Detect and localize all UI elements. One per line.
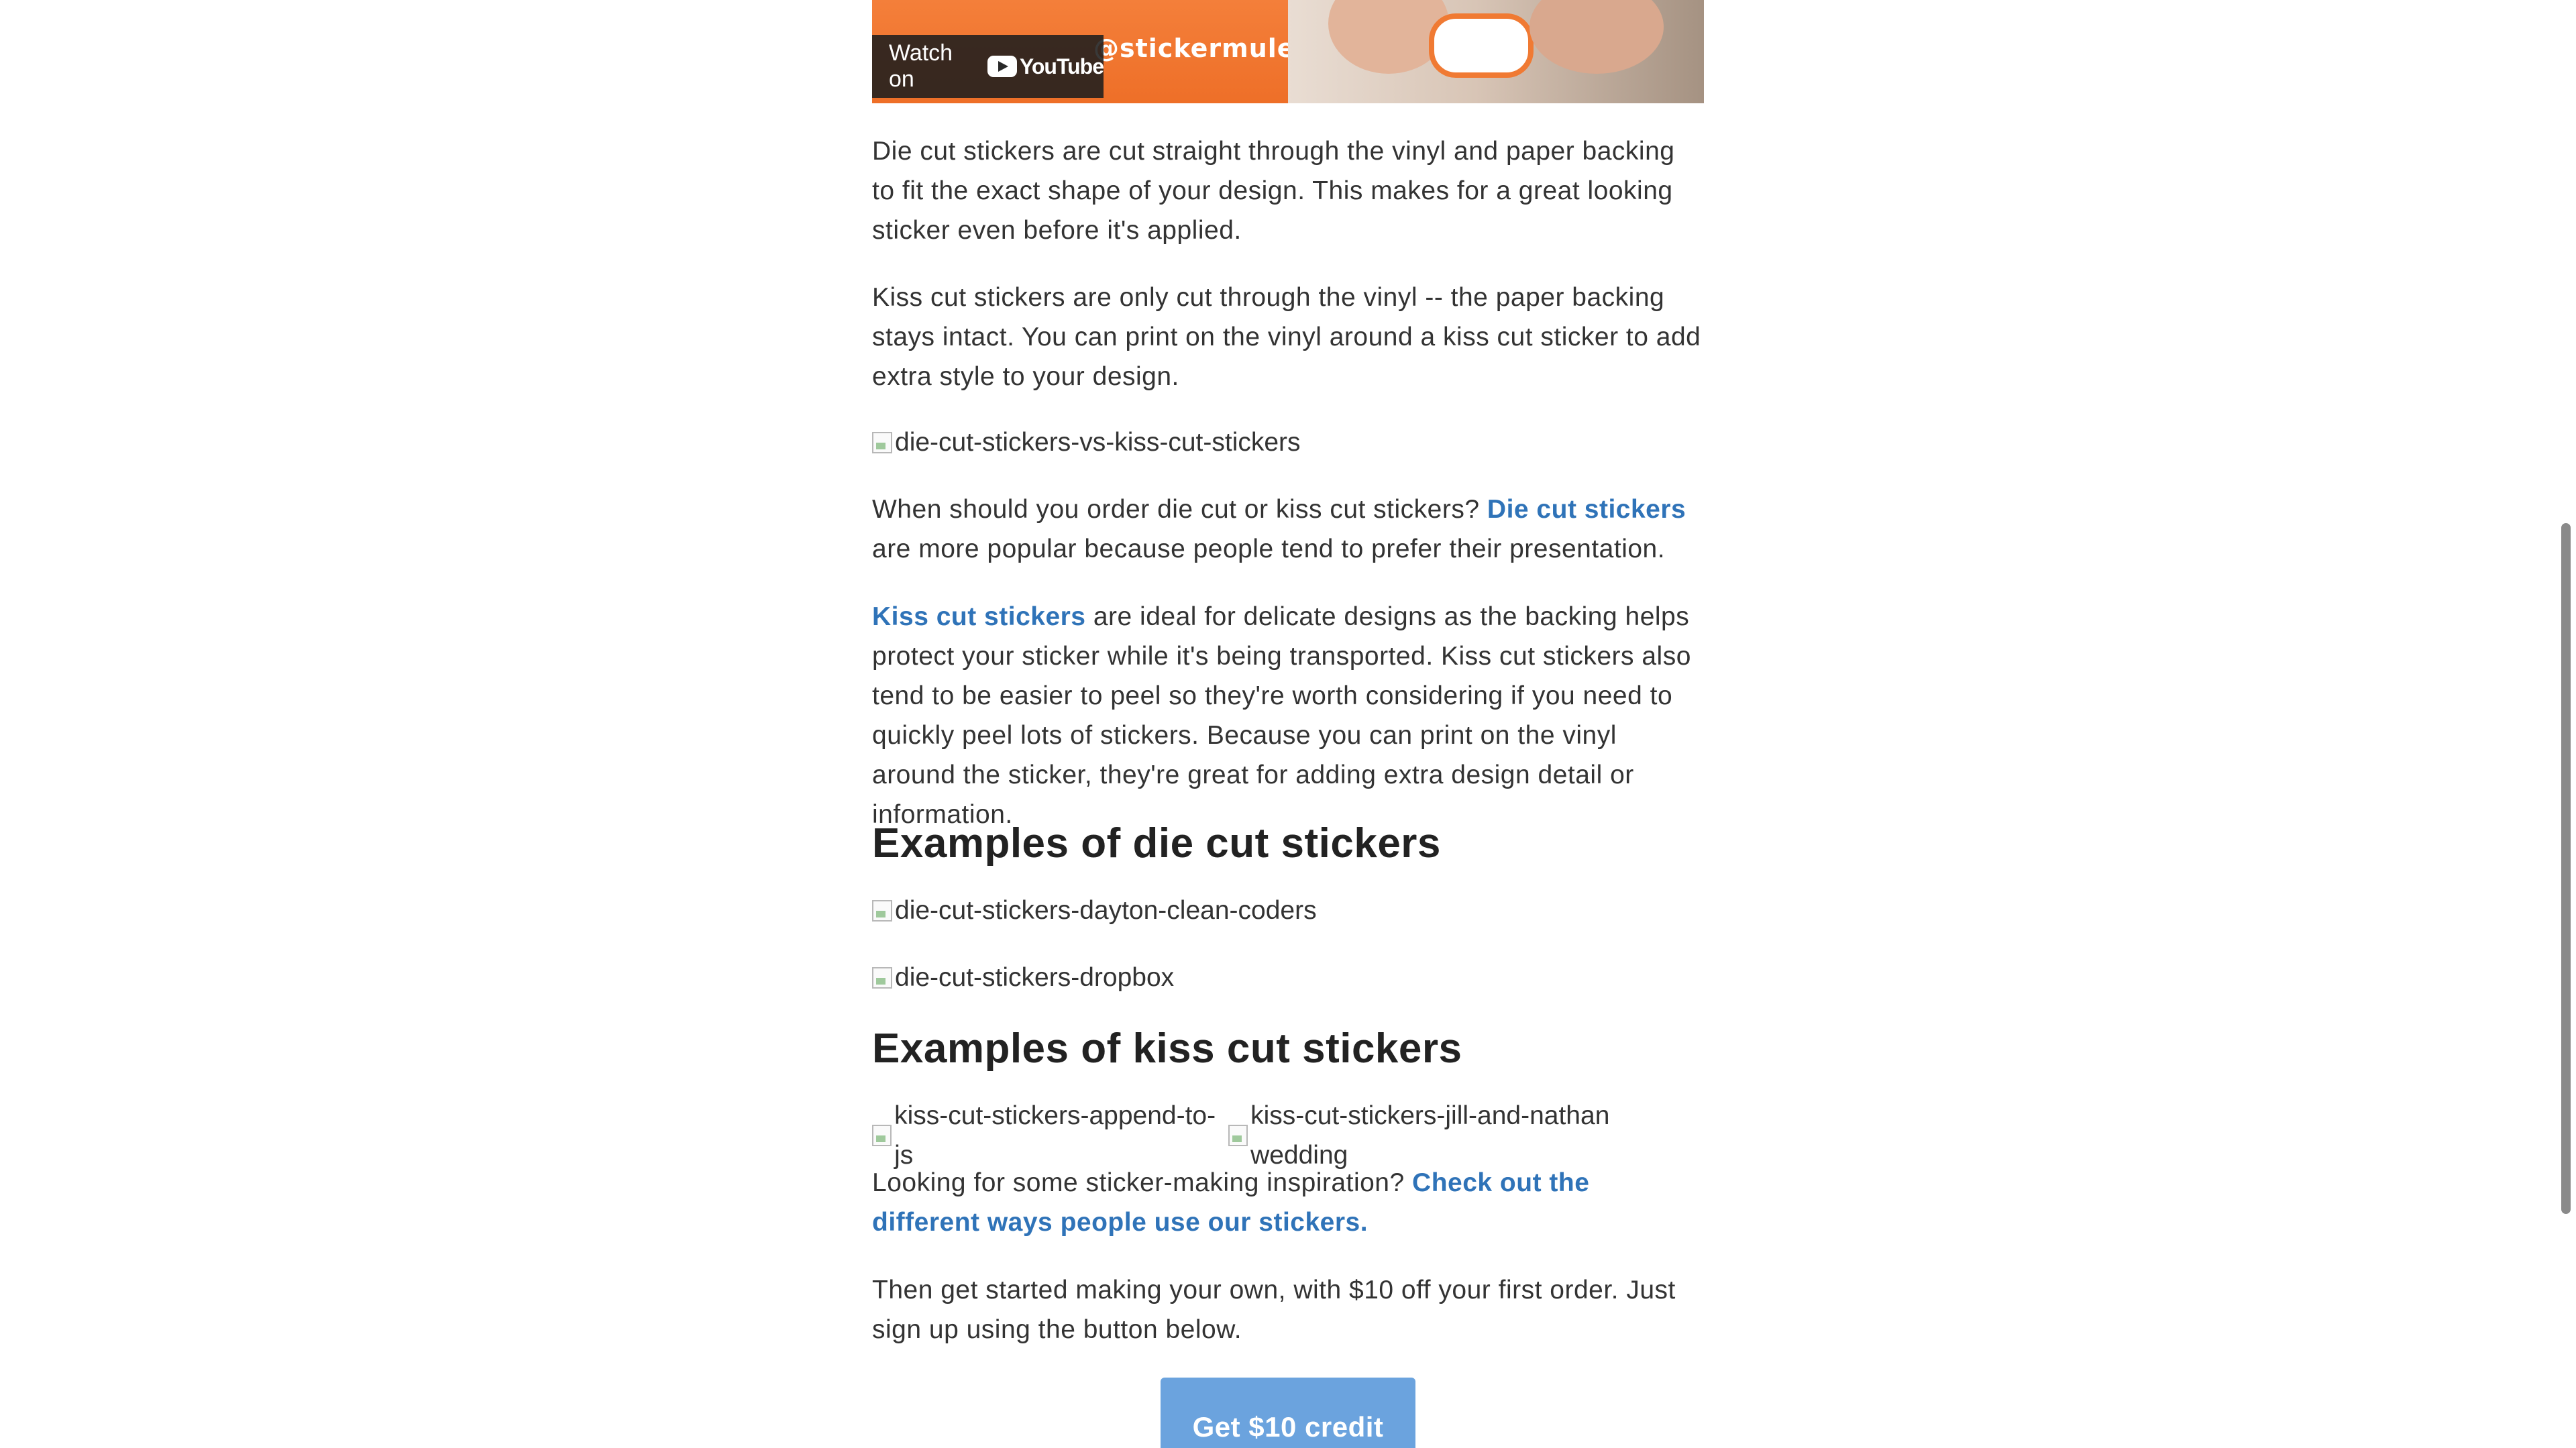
when-order-after-text: are more popular because people tend to … xyxy=(872,535,1666,563)
broken-image-icon xyxy=(872,966,892,989)
kiss-cut-ideal-paragraph: Kiss cut stickers are ideal for delicate… xyxy=(872,597,1704,834)
youtube-video-embed[interactable]: @stickermule Watch on YouTube xyxy=(872,0,1704,103)
kiss-cut-examples-heading: Examples of kiss cut stickers xyxy=(872,1025,1462,1072)
image-die-vs-kiss: die-cut-stickers-vs-kiss-cut-stickers xyxy=(872,423,1301,462)
die-cut-stickers-link[interactable]: Die cut stickers xyxy=(1487,495,1686,524)
image-dropbox: die-cut-stickers-dropbox xyxy=(872,958,1174,997)
die-cut-examples-heading: Examples of die cut stickers xyxy=(872,820,1441,867)
hand-image xyxy=(1529,0,1664,74)
youtube-wordmark: YouTube xyxy=(1019,54,1104,78)
youtube-play-icon xyxy=(987,56,1017,77)
kiss-ideal-text: are ideal for delicate designs as the ba… xyxy=(872,602,1691,829)
signup-paragraph: Then get started making your own, with $… xyxy=(872,1276,1676,1344)
broken-image-icon xyxy=(872,1125,892,1146)
inspiration-text: Looking for some sticker-making inspirat… xyxy=(872,1168,1405,1197)
kiss-cut-stickers-link[interactable]: Kiss cut stickers xyxy=(872,602,1086,631)
get-credit-button[interactable]: Get $10 credit xyxy=(1161,1378,1415,1448)
stickermule-brand-text: @stickermule xyxy=(1093,34,1295,63)
die-cut-description: Die cut stickers are cut straight throug… xyxy=(872,137,1675,245)
watch-on-label: Watch on xyxy=(889,40,953,92)
vertical-scrollbar[interactable] xyxy=(2556,0,2576,1448)
broken-image-icon xyxy=(872,431,892,453)
broken-image-icon xyxy=(1228,1125,1248,1146)
inspiration-paragraph: Looking for some sticker-making inspirat… xyxy=(872,1163,1704,1242)
youtube-logo: YouTube xyxy=(987,54,1104,79)
when-to-order-paragraph: When should you order die cut or kiss cu… xyxy=(872,490,1704,569)
image-alt-text: die-cut-stickers-dropbox xyxy=(895,963,1175,992)
article-content: @stickermule Watch on YouTube Die cut st… xyxy=(872,0,1704,1448)
sticker-image xyxy=(1429,13,1534,78)
image-alt-text: die-cut-stickers-dayton-clean-coders xyxy=(895,896,1317,925)
image-dayton-clean-coders: die-cut-stickers-dayton-clean-coders xyxy=(872,891,1317,930)
image-alt-text: die-cut-stickers-vs-kiss-cut-stickers xyxy=(895,428,1301,457)
kiss-cut-description: Kiss cut stickers are only cut through t… xyxy=(872,283,1701,391)
video-thumbnail-right xyxy=(1288,0,1704,103)
broken-image-icon xyxy=(872,899,892,922)
watch-on-youtube-button[interactable]: Watch on YouTube xyxy=(872,35,1104,98)
when-order-text: When should you order die cut or kiss cu… xyxy=(872,495,1480,524)
scrollbar-thumb[interactable] xyxy=(2561,523,2571,1214)
